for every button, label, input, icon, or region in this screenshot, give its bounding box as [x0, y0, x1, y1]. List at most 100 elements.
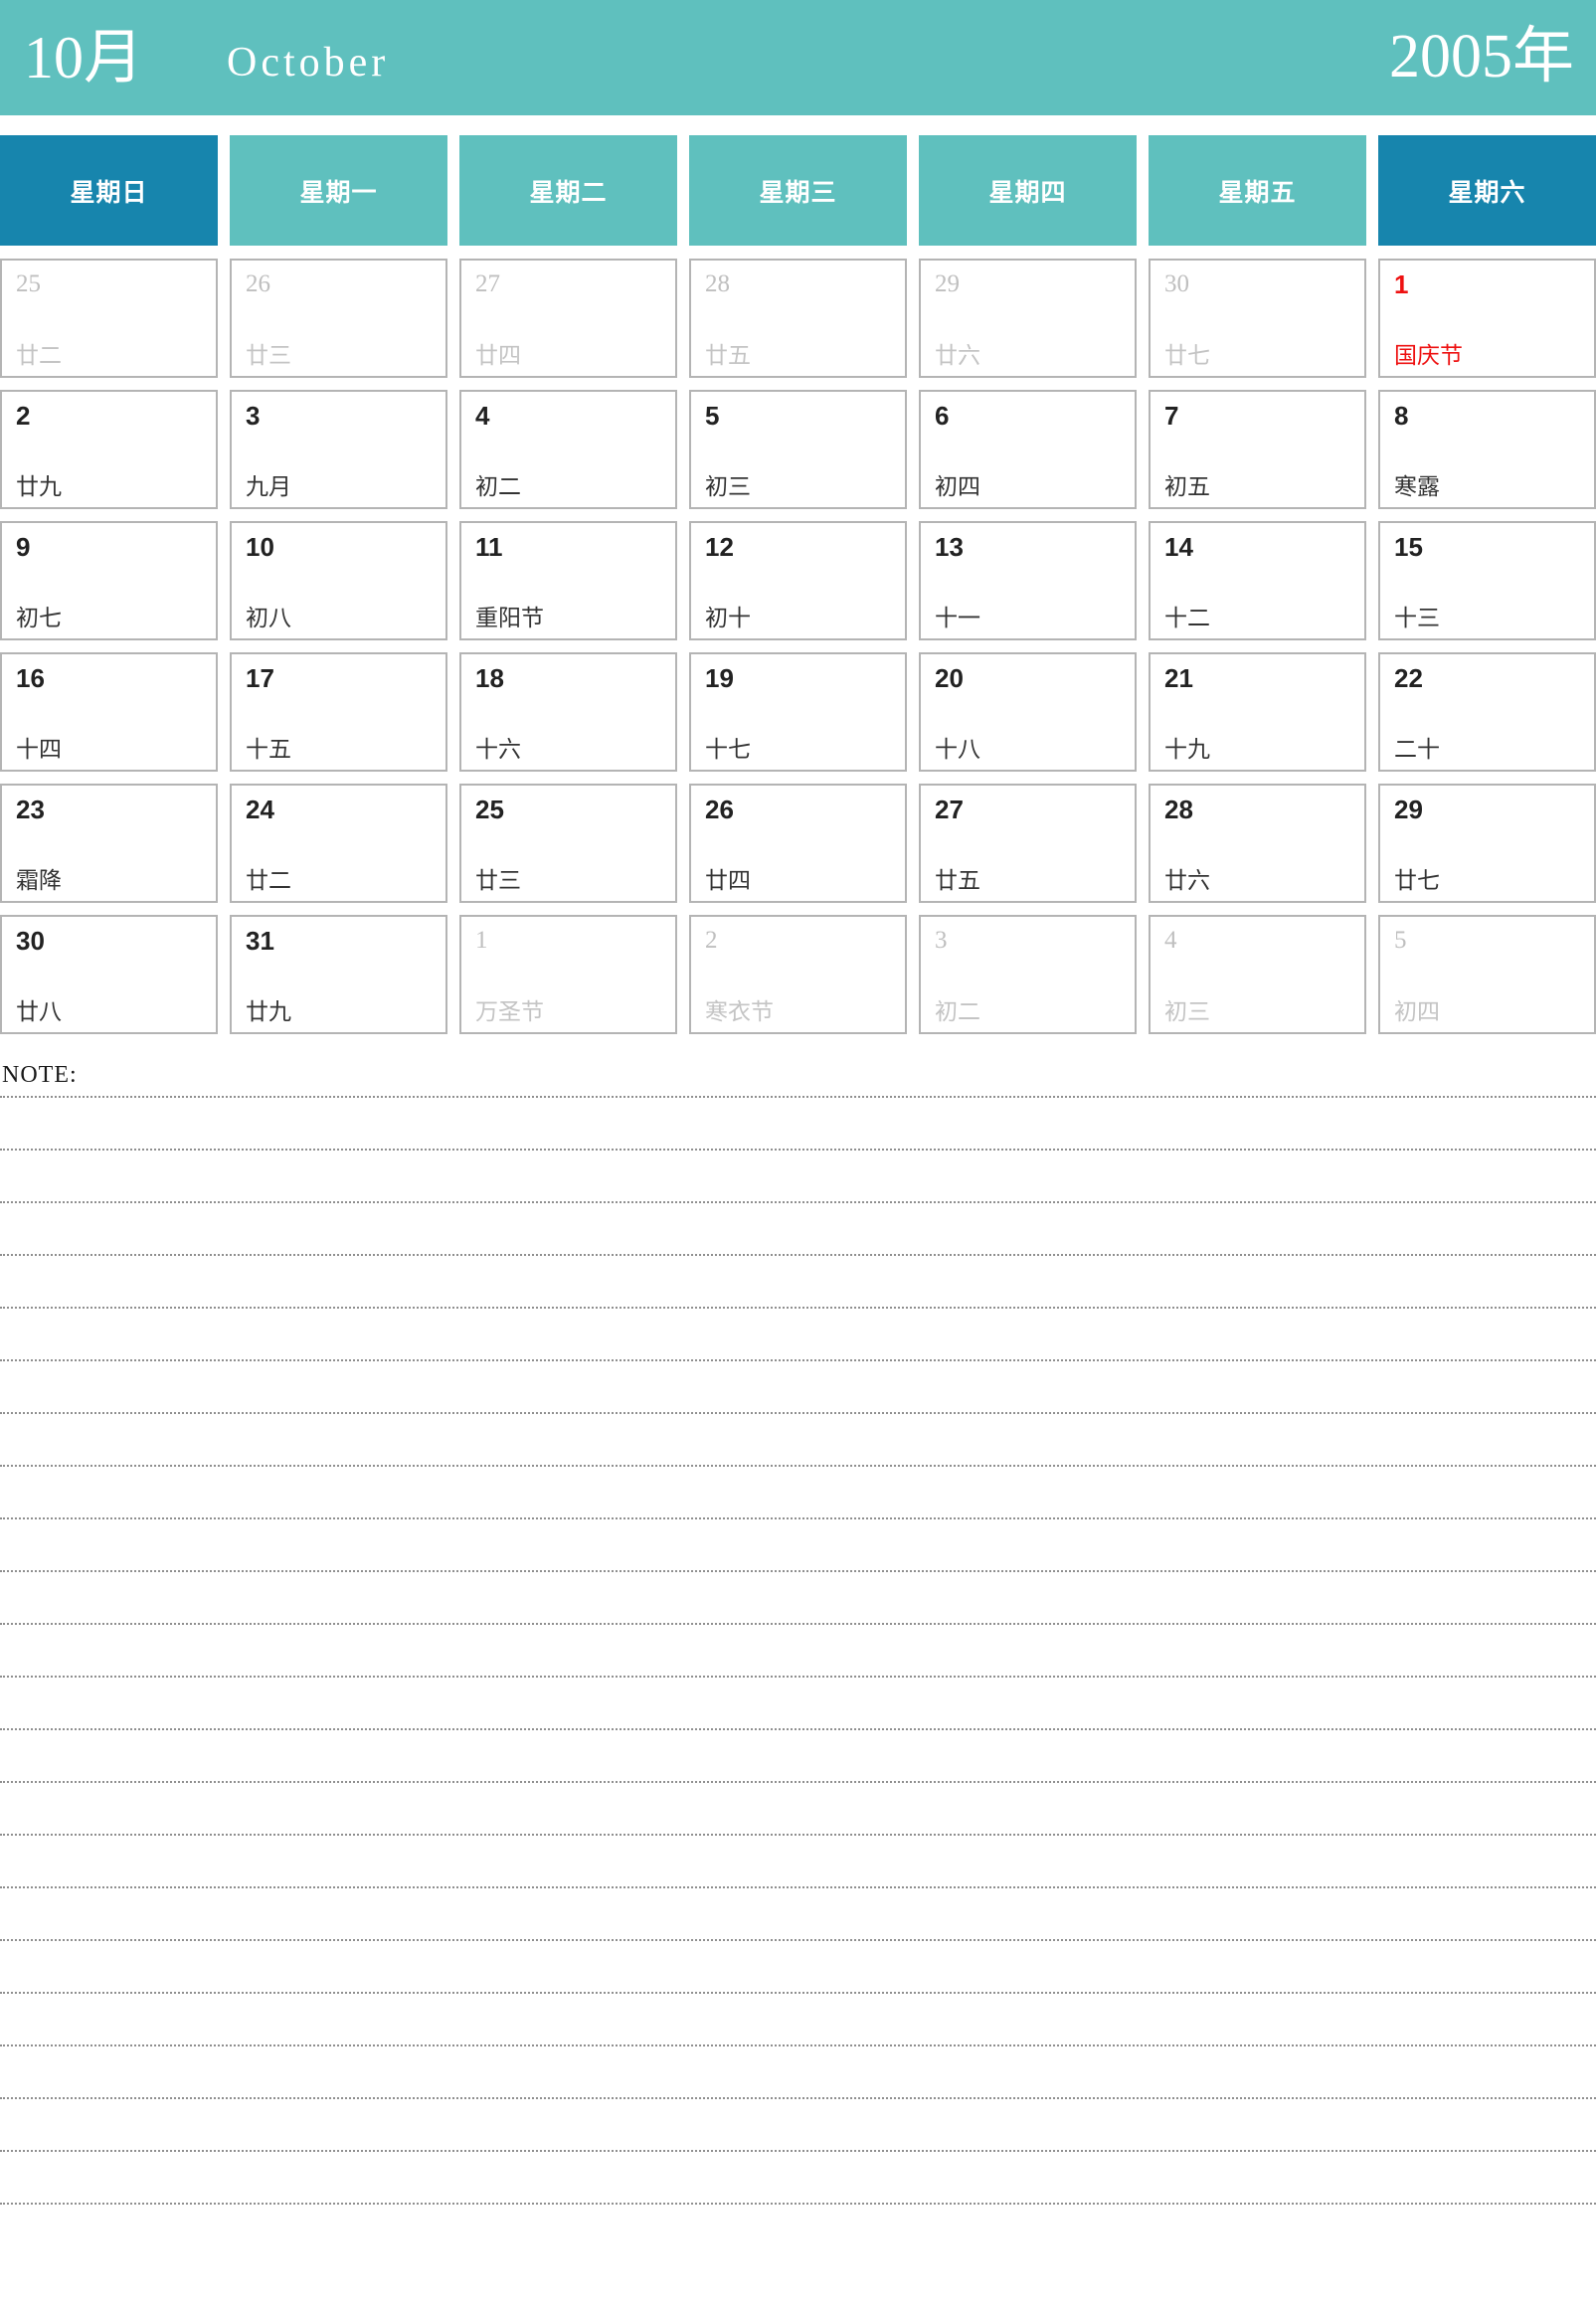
calendar-day-cell[interactable]: 3 九月 — [230, 390, 447, 509]
calendar-day-cell[interactable]: 4 初三 — [1149, 915, 1366, 1034]
note-ruled-line[interactable] — [0, 1939, 1596, 1941]
day-number: 1 — [1394, 269, 1409, 299]
calendar-day-cell[interactable]: 25 廿三 — [459, 784, 677, 903]
lunar-or-festival-label: 廿七 — [1394, 868, 1440, 893]
day-number: 16 — [16, 663, 45, 693]
day-number: 4 — [475, 401, 490, 431]
calendar-day-cell[interactable]: 23 霜降 — [0, 784, 218, 903]
note-ruled-line[interactable] — [0, 1834, 1596, 1836]
calendar-day-cell[interactable]: 8 寒露 — [1378, 390, 1596, 509]
day-number: 29 — [935, 270, 960, 297]
calendar-day-cell[interactable]: 13 十一 — [919, 521, 1137, 640]
note-ruled-line[interactable] — [0, 1992, 1596, 1994]
calendar-day-cell[interactable]: 28 廿五 — [689, 259, 907, 378]
lunar-or-festival-label: 初三 — [1164, 999, 1210, 1024]
note-ruled-line[interactable] — [0, 1254, 1596, 1256]
calendar-day-cell[interactable]: 28 廿六 — [1149, 784, 1366, 903]
calendar-day-cell[interactable]: 5 初四 — [1378, 915, 1596, 1034]
lunar-or-festival-label: 十四 — [16, 737, 62, 762]
calendar-day-cell[interactable]: 3 初二 — [919, 915, 1137, 1034]
calendar-day-cell[interactable]: 29 廿七 — [1378, 784, 1596, 903]
note-ruled-line[interactable] — [0, 2203, 1596, 2205]
note-ruled-line[interactable] — [0, 1623, 1596, 1625]
calendar-day-cell[interactable]: 2 寒衣节 — [689, 915, 907, 1034]
calendar-day-cell[interactable]: 4 初二 — [459, 390, 677, 509]
calendar-day-cell[interactable]: 30 廿七 — [1149, 259, 1366, 378]
day-number: 28 — [705, 270, 730, 297]
calendar-day-cell[interactable]: 30 廿八 — [0, 915, 218, 1034]
calendar-day-cell[interactable]: 10 初八 — [230, 521, 447, 640]
day-number: 2 — [705, 927, 718, 954]
calendar-day-cell[interactable]: 6 初四 — [919, 390, 1137, 509]
calendar-day-cell[interactable]: 27 廿五 — [919, 784, 1137, 903]
note-ruled-line[interactable] — [0, 1728, 1596, 1730]
note-ruled-line[interactable] — [0, 1570, 1596, 1572]
note-ruled-line[interactable] — [0, 1781, 1596, 1783]
note-ruled-line[interactable] — [0, 1149, 1596, 1151]
day-number: 17 — [246, 663, 274, 693]
calendar-day-cell[interactable]: 20 十八 — [919, 652, 1137, 772]
calendar-day-cell[interactable]: 27 廿四 — [459, 259, 677, 378]
calendar-day-cell[interactable]: 22 二十 — [1378, 652, 1596, 772]
note-ruled-line[interactable] — [0, 1886, 1596, 1888]
lunar-or-festival-label: 廿八 — [16, 999, 62, 1024]
lunar-or-festival-label: 初五 — [1164, 474, 1210, 499]
note-lines[interactable] — [0, 1096, 1596, 2205]
day-number: 19 — [705, 663, 734, 693]
note-ruled-line[interactable] — [0, 2044, 1596, 2046]
day-number: 31 — [246, 926, 274, 956]
calendar-day-cell[interactable]: 15 十三 — [1378, 521, 1596, 640]
calendar-day-cell[interactable]: 19 十七 — [689, 652, 907, 772]
month-title-en: October — [227, 40, 390, 86]
note-ruled-line[interactable] — [0, 1412, 1596, 1414]
day-number: 23 — [16, 795, 45, 824]
calendar-day-cell[interactable]: 1 万圣节 — [459, 915, 677, 1034]
weekday-header-1: 星期一 — [230, 135, 447, 246]
day-number: 22 — [1394, 663, 1423, 693]
note-ruled-line[interactable] — [0, 1359, 1596, 1361]
calendar-day-cell[interactable]: 21 十九 — [1149, 652, 1366, 772]
lunar-or-festival-label: 十八 — [935, 737, 980, 762]
calendar-day-cell[interactable]: 26 廿四 — [689, 784, 907, 903]
weekday-label: 星期二 — [529, 178, 608, 207]
day-number: 11 — [475, 532, 503, 562]
calendar-day-cell[interactable]: 29 廿六 — [919, 259, 1137, 378]
calendar-day-cell[interactable]: 31 廿九 — [230, 915, 447, 1034]
calendar-day-cell[interactable]: 9 初七 — [0, 521, 218, 640]
calendar-day-cell[interactable]: 1 国庆节 — [1378, 259, 1596, 378]
note-ruled-line[interactable] — [0, 1201, 1596, 1203]
calendar-day-cell[interactable]: 26 廿三 — [230, 259, 447, 378]
day-number: 3 — [246, 401, 261, 431]
note-ruled-line[interactable] — [0, 1096, 1596, 1098]
note-ruled-line[interactable] — [0, 2150, 1596, 2152]
note-ruled-line[interactable] — [0, 2097, 1596, 2099]
calendar-day-cell[interactable]: 11 重阳节 — [459, 521, 677, 640]
note-ruled-line[interactable] — [0, 1517, 1596, 1519]
lunar-or-festival-label: 廿七 — [1164, 343, 1210, 368]
calendar-day-cell[interactable]: 12 初十 — [689, 521, 907, 640]
note-ruled-line[interactable] — [0, 1676, 1596, 1678]
note-ruled-line[interactable] — [0, 1465, 1596, 1467]
calendar-week-row: 30 廿八 31 廿九 1 万圣节 2 寒衣节 3 初二 4 初三 5 初四 — [0, 915, 1596, 1034]
calendar-day-cell[interactable]: 24 廿二 — [230, 784, 447, 903]
lunar-or-festival-label: 初七 — [16, 606, 62, 630]
weekday-label: 星期四 — [988, 178, 1067, 207]
lunar-or-festival-label: 初四 — [1394, 999, 1440, 1024]
lunar-or-festival-label: 万圣节 — [475, 999, 544, 1024]
note-ruled-line[interactable] — [0, 1307, 1596, 1309]
calendar-day-cell[interactable]: 18 十六 — [459, 652, 677, 772]
weekday-header-4: 星期四 — [919, 135, 1137, 246]
day-number: 25 — [475, 795, 504, 824]
lunar-or-festival-label: 十一 — [935, 606, 980, 630]
lunar-or-festival-label: 霜降 — [16, 868, 62, 893]
calendar-day-cell[interactable]: 25 廿二 — [0, 259, 218, 378]
calendar-day-cell[interactable]: 17 十五 — [230, 652, 447, 772]
weekday-label: 星期一 — [299, 178, 378, 207]
lunar-or-festival-label: 十五 — [246, 737, 291, 762]
calendar-day-cell[interactable]: 5 初三 — [689, 390, 907, 509]
day-number: 13 — [935, 532, 964, 562]
calendar-day-cell[interactable]: 7 初五 — [1149, 390, 1366, 509]
calendar-day-cell[interactable]: 2 廿九 — [0, 390, 218, 509]
calendar-day-cell[interactable]: 16 十四 — [0, 652, 218, 772]
calendar-day-cell[interactable]: 14 十二 — [1149, 521, 1366, 640]
